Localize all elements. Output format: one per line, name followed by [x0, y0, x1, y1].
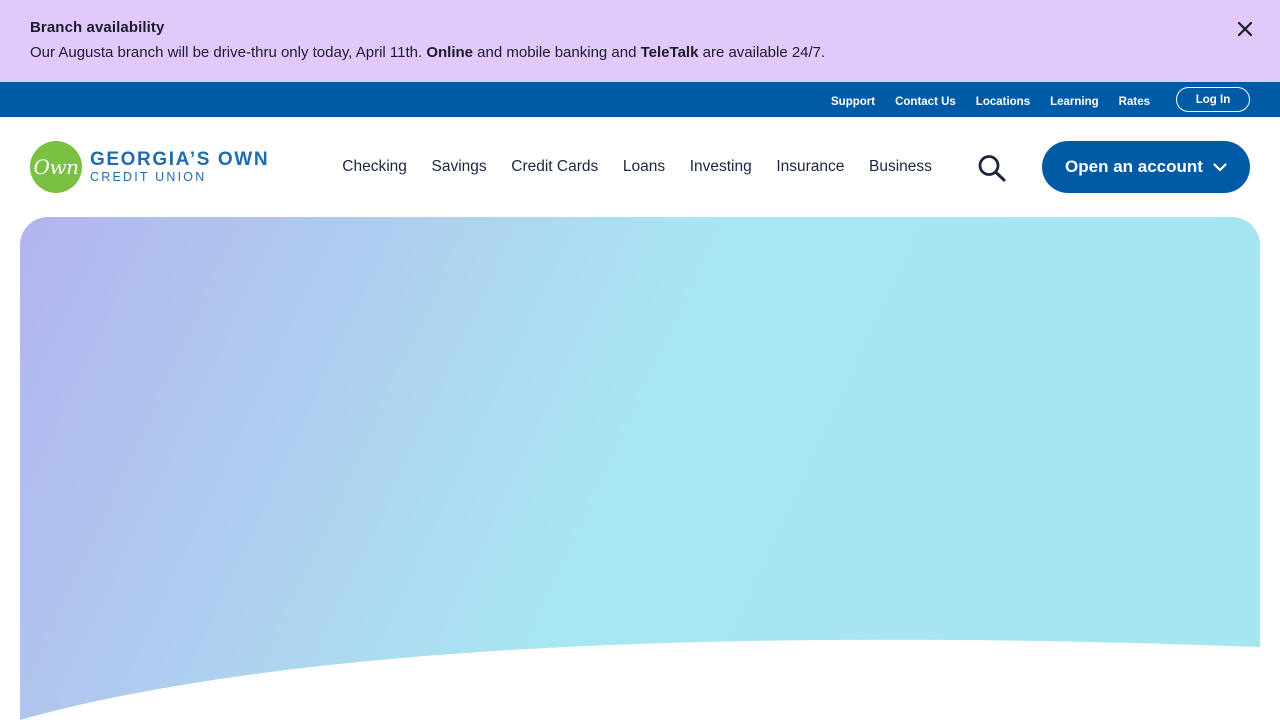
- nav-item-credit-cards[interactable]: Credit Cards: [499, 158, 611, 176]
- main-nav: Checking Savings Credit Cards Loans Inve…: [330, 117, 944, 217]
- main-header: Own GEORGIA’S OWN CREDIT UNION Checking …: [0, 117, 1280, 217]
- alert-title: Branch availability: [30, 19, 165, 36]
- alert-message-text-1: Our Augusta branch will be drive-thru on…: [30, 44, 427, 61]
- nav-item-investing[interactable]: Investing: [677, 158, 764, 176]
- nav-item-savings[interactable]: Savings: [419, 158, 499, 176]
- alert-message: Our Augusta branch will be drive-thru on…: [30, 44, 825, 61]
- utility-links: Support Contact Us Locations Learning Ra…: [811, 82, 1250, 117]
- utility-link-learning[interactable]: Learning: [1050, 96, 1099, 108]
- nav-item-insurance[interactable]: Insurance: [764, 158, 857, 176]
- logo-subtitle: CREDIT UNION: [90, 169, 207, 184]
- utility-bar: Support Contact Us Locations Learning Ra…: [0, 82, 1280, 117]
- alert-close-button[interactable]: [1232, 16, 1258, 42]
- utility-link-support[interactable]: Support: [831, 96, 875, 108]
- logo-text: GEORGIA’S OWN CREDIT UNION: [90, 148, 270, 185]
- open-account-button[interactable]: Open an account: [1042, 141, 1250, 193]
- utility-link-locations[interactable]: Locations: [976, 96, 1030, 108]
- search-icon: [978, 155, 1006, 182]
- nav-item-checking[interactable]: Checking: [330, 158, 419, 176]
- open-account-label: Open an account: [1065, 157, 1203, 176]
- utility-link-rates[interactable]: Rates: [1119, 96, 1150, 108]
- close-icon: [1238, 22, 1252, 36]
- logo-name: GEORGIA’S OWN: [90, 148, 270, 170]
- logo-mark: Own: [30, 141, 82, 193]
- logo[interactable]: Own GEORGIA’S OWN CREDIT UNION: [30, 141, 269, 193]
- hero-wave-shape: [20, 639, 1260, 720]
- hero-banner: [20, 217, 1260, 720]
- alert-teletalk-emphasis: TeleTalk: [640, 44, 699, 61]
- alert-message-text-3: are available 24/7.: [698, 44, 826, 61]
- login-button[interactable]: Log In: [1176, 87, 1250, 112]
- alert-banner: Branch availability Our Augusta branch w…: [0, 0, 1280, 82]
- search-button[interactable]: [974, 152, 1010, 184]
- utility-link-contact-us[interactable]: Contact Us: [895, 96, 956, 108]
- alert-online-emphasis: Online: [426, 44, 473, 61]
- nav-item-business[interactable]: Business: [857, 158, 945, 176]
- nav-item-loans[interactable]: Loans: [611, 158, 678, 176]
- alert-message-text-2: and mobile banking and: [473, 44, 641, 61]
- chevron-down-icon: [1213, 162, 1227, 172]
